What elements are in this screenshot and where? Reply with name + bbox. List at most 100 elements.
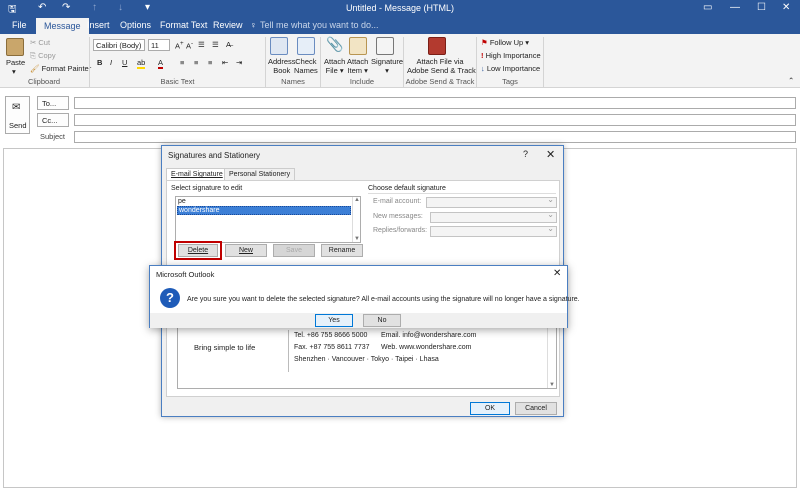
underline-icon[interactable]: U: [122, 58, 127, 67]
cc-button[interactable]: Cc...: [37, 113, 69, 127]
scroll-up-icon[interactable]: ▲: [354, 197, 360, 203]
send-button[interactable]: ✉ Send: [5, 96, 30, 134]
cut-button[interactable]: ✂ Cut: [30, 38, 50, 47]
new-button[interactable]: New: [225, 244, 267, 257]
close-button[interactable]: ✕: [782, 2, 790, 13]
new-messages-select[interactable]: [430, 210, 557, 223]
selected-signature-name: wondershare: [179, 207, 220, 214]
align-right-icon[interactable]: ≡: [208, 58, 212, 67]
tab-insert[interactable]: Insert: [87, 20, 110, 30]
align-left-icon[interactable]: ≡: [180, 58, 184, 67]
cancel-button[interactable]: Cancel: [515, 402, 557, 415]
rename-button[interactable]: Rename: [321, 244, 363, 257]
exclamation-icon: !: [481, 51, 484, 60]
signature-icon[interactable]: [376, 37, 394, 55]
select-signature-label: Select signature to edit: [171, 185, 243, 192]
high-importance-button[interactable]: ! High Importance: [481, 51, 541, 60]
attach-item-label-1: Attach: [347, 57, 369, 66]
to-field[interactable]: [74, 97, 796, 109]
highlight-icon[interactable]: ab: [137, 58, 146, 69]
shrink-font-icon[interactable]: A-: [186, 40, 193, 51]
paste-dropdown-icon[interactable]: ▾: [12, 67, 16, 76]
dialog-title: Signatures and Stationery: [168, 151, 261, 160]
signature-list[interactable]: pe wondershare ▲ ▼: [175, 196, 361, 243]
adobe-send-icon[interactable]: [428, 37, 446, 55]
choose-default-label: Choose default signature: [368, 185, 446, 192]
tab-email-signature[interactable]: E-mail Signature: [166, 168, 228, 180]
align-center-icon[interactable]: ≡: [194, 58, 198, 67]
low-importance-label: Low Importance: [486, 64, 541, 73]
attach-via-adobe-button[interactable]: Attach File via Adobe Send & Track: [407, 57, 476, 75]
no-button[interactable]: No: [363, 314, 401, 327]
replies-forwards-select[interactable]: [430, 224, 557, 237]
format-painter-label: Format Painter: [41, 64, 92, 73]
clear-formatting-icon[interactable]: A̶: [226, 40, 231, 49]
title-bar: 🖫 ↶ ↷ ↑ ↓ ▾ Untitled - Message (HTML) ▭ …: [0, 0, 800, 18]
bold-icon[interactable]: B: [97, 58, 102, 67]
font-size-select[interactable]: 11: [148, 39, 170, 51]
copy-button[interactable]: ⎘ Copy: [30, 51, 56, 61]
confirm-footer: [150, 313, 567, 328]
follow-up-button[interactable]: ⚑ Follow Up ▾: [481, 38, 529, 47]
italic-icon[interactable]: I: [110, 58, 112, 67]
confirm-close-button[interactable]: ✕: [553, 268, 561, 279]
list-item[interactable]: pe: [178, 198, 186, 205]
divider: [288, 330, 289, 372]
attach-file-label-2: File: [325, 66, 338, 75]
tab-format-text[interactable]: Format Text: [160, 20, 207, 30]
tab-message[interactable]: Message: [36, 18, 89, 34]
ribbon-display-icon[interactable]: ▭: [703, 2, 712, 13]
tell-me-box[interactable]: Tell me what you want to do...: [260, 20, 379, 30]
tab-file[interactable]: File: [12, 20, 27, 30]
list-item-selected[interactable]: wondershare: [177, 206, 351, 215]
to-button[interactable]: To...: [37, 96, 69, 110]
address-book-icon[interactable]: [270, 37, 288, 55]
delete-button[interactable]: Delete: [178, 244, 218, 257]
low-importance-button[interactable]: ↓ Low Importance: [481, 64, 540, 73]
decrease-indent-icon[interactable]: ⇤: [222, 58, 228, 67]
divider: [543, 37, 544, 87]
help-button[interactable]: ?: [523, 149, 528, 159]
follow-up-label: Follow Up: [489, 38, 524, 47]
envelope-icon[interactable]: [349, 37, 367, 55]
format-painter-button[interactable]: 🖌 Format Painter: [30, 64, 91, 73]
check-names-icon[interactable]: [297, 37, 315, 55]
signature-label: Signature: [371, 57, 404, 66]
check-names-label-2: Names: [294, 66, 318, 75]
list-scrollbar[interactable]: ▲ ▼: [352, 197, 360, 242]
email-account-select[interactable]: [426, 195, 557, 208]
font-color-icon[interactable]: A: [158, 58, 164, 69]
paperclip-icon[interactable]: 📎: [326, 36, 343, 53]
high-importance-label: High Importance: [485, 51, 541, 60]
font-family-select[interactable]: Calibri (Body): [93, 39, 145, 51]
email-account-label: E-mail account:: [373, 198, 422, 205]
attach-file-button[interactable]: Attach File ▾: [324, 57, 345, 75]
address-book-button[interactable]: Address Book: [268, 57, 296, 75]
dialog-close-button[interactable]: ✕: [546, 148, 555, 161]
maximize-button[interactable]: ☐: [757, 2, 766, 13]
subject-label: Subject: [40, 132, 66, 141]
save-button[interactable]: Save: [273, 244, 315, 257]
grow-font-icon[interactable]: A+: [175, 40, 184, 51]
attach-item-label-2: Item: [347, 66, 362, 75]
cc-field[interactable]: [74, 114, 796, 126]
scroll-down-icon[interactable]: ▼: [354, 236, 360, 242]
tab-options[interactable]: Options: [120, 20, 151, 30]
confirm-message: Are you sure you want to delete the sele…: [187, 296, 580, 303]
tab-review[interactable]: Review: [213, 20, 243, 30]
subject-field[interactable]: [74, 131, 796, 143]
attach-item-button[interactable]: Attach Item ▾: [347, 57, 368, 75]
bullets-icon[interactable]: ☰: [198, 40, 205, 49]
clipboard-icon[interactable]: [6, 38, 24, 56]
adobe-label-1: Attach File via: [416, 57, 464, 66]
paste-button[interactable]: Paste: [6, 58, 25, 67]
collapse-ribbon-icon[interactable]: ⌃: [788, 76, 794, 85]
yes-button[interactable]: Yes: [315, 314, 353, 327]
check-names-button[interactable]: Check Names: [294, 57, 318, 75]
scroll-down-icon[interactable]: ▼: [549, 382, 555, 388]
minimize-button[interactable]: —: [730, 2, 740, 13]
signature-button[interactable]: Signature ▾: [371, 57, 403, 75]
increase-indent-icon[interactable]: ⇥: [236, 58, 242, 67]
numbering-icon[interactable]: ☰: [212, 40, 219, 49]
ok-button[interactable]: OK: [470, 402, 510, 415]
